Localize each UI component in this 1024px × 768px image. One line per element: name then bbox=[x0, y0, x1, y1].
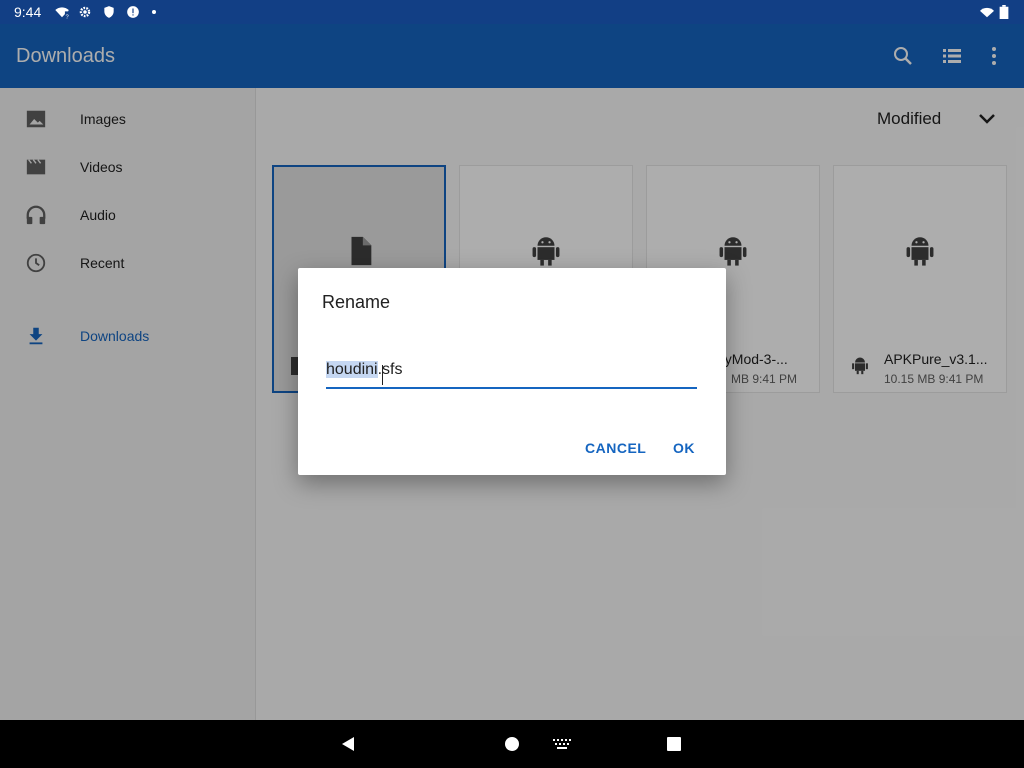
dot-icon bbox=[152, 10, 156, 14]
home-icon[interactable] bbox=[504, 736, 520, 752]
navigation-bar bbox=[0, 720, 1024, 768]
status-bar: 9:44 ? bbox=[0, 0, 1024, 24]
selected-text: houdini bbox=[326, 361, 378, 378]
wifi-question-icon: ? bbox=[55, 7, 70, 19]
rename-dialog: Rename houdini.sfs CANCEL OK bbox=[298, 268, 726, 475]
settings-icon bbox=[79, 6, 91, 18]
battery-icon bbox=[999, 5, 1009, 19]
back-icon[interactable] bbox=[340, 736, 356, 752]
text-cursor bbox=[382, 365, 383, 385]
rename-input[interactable]: houdini.sfs bbox=[326, 361, 697, 389]
ok-button[interactable]: OK bbox=[673, 440, 695, 456]
recents-icon[interactable] bbox=[666, 736, 682, 752]
dialog-title: Rename bbox=[322, 292, 391, 312]
status-time: 9:44 bbox=[14, 4, 42, 20]
svg-text:?: ? bbox=[66, 14, 70, 19]
wifi-icon bbox=[980, 7, 994, 18]
alert-icon bbox=[127, 6, 139, 18]
cancel-button[interactable]: CANCEL bbox=[585, 440, 646, 456]
keyboard-icon[interactable] bbox=[553, 738, 571, 750]
shield-icon bbox=[104, 6, 114, 18]
